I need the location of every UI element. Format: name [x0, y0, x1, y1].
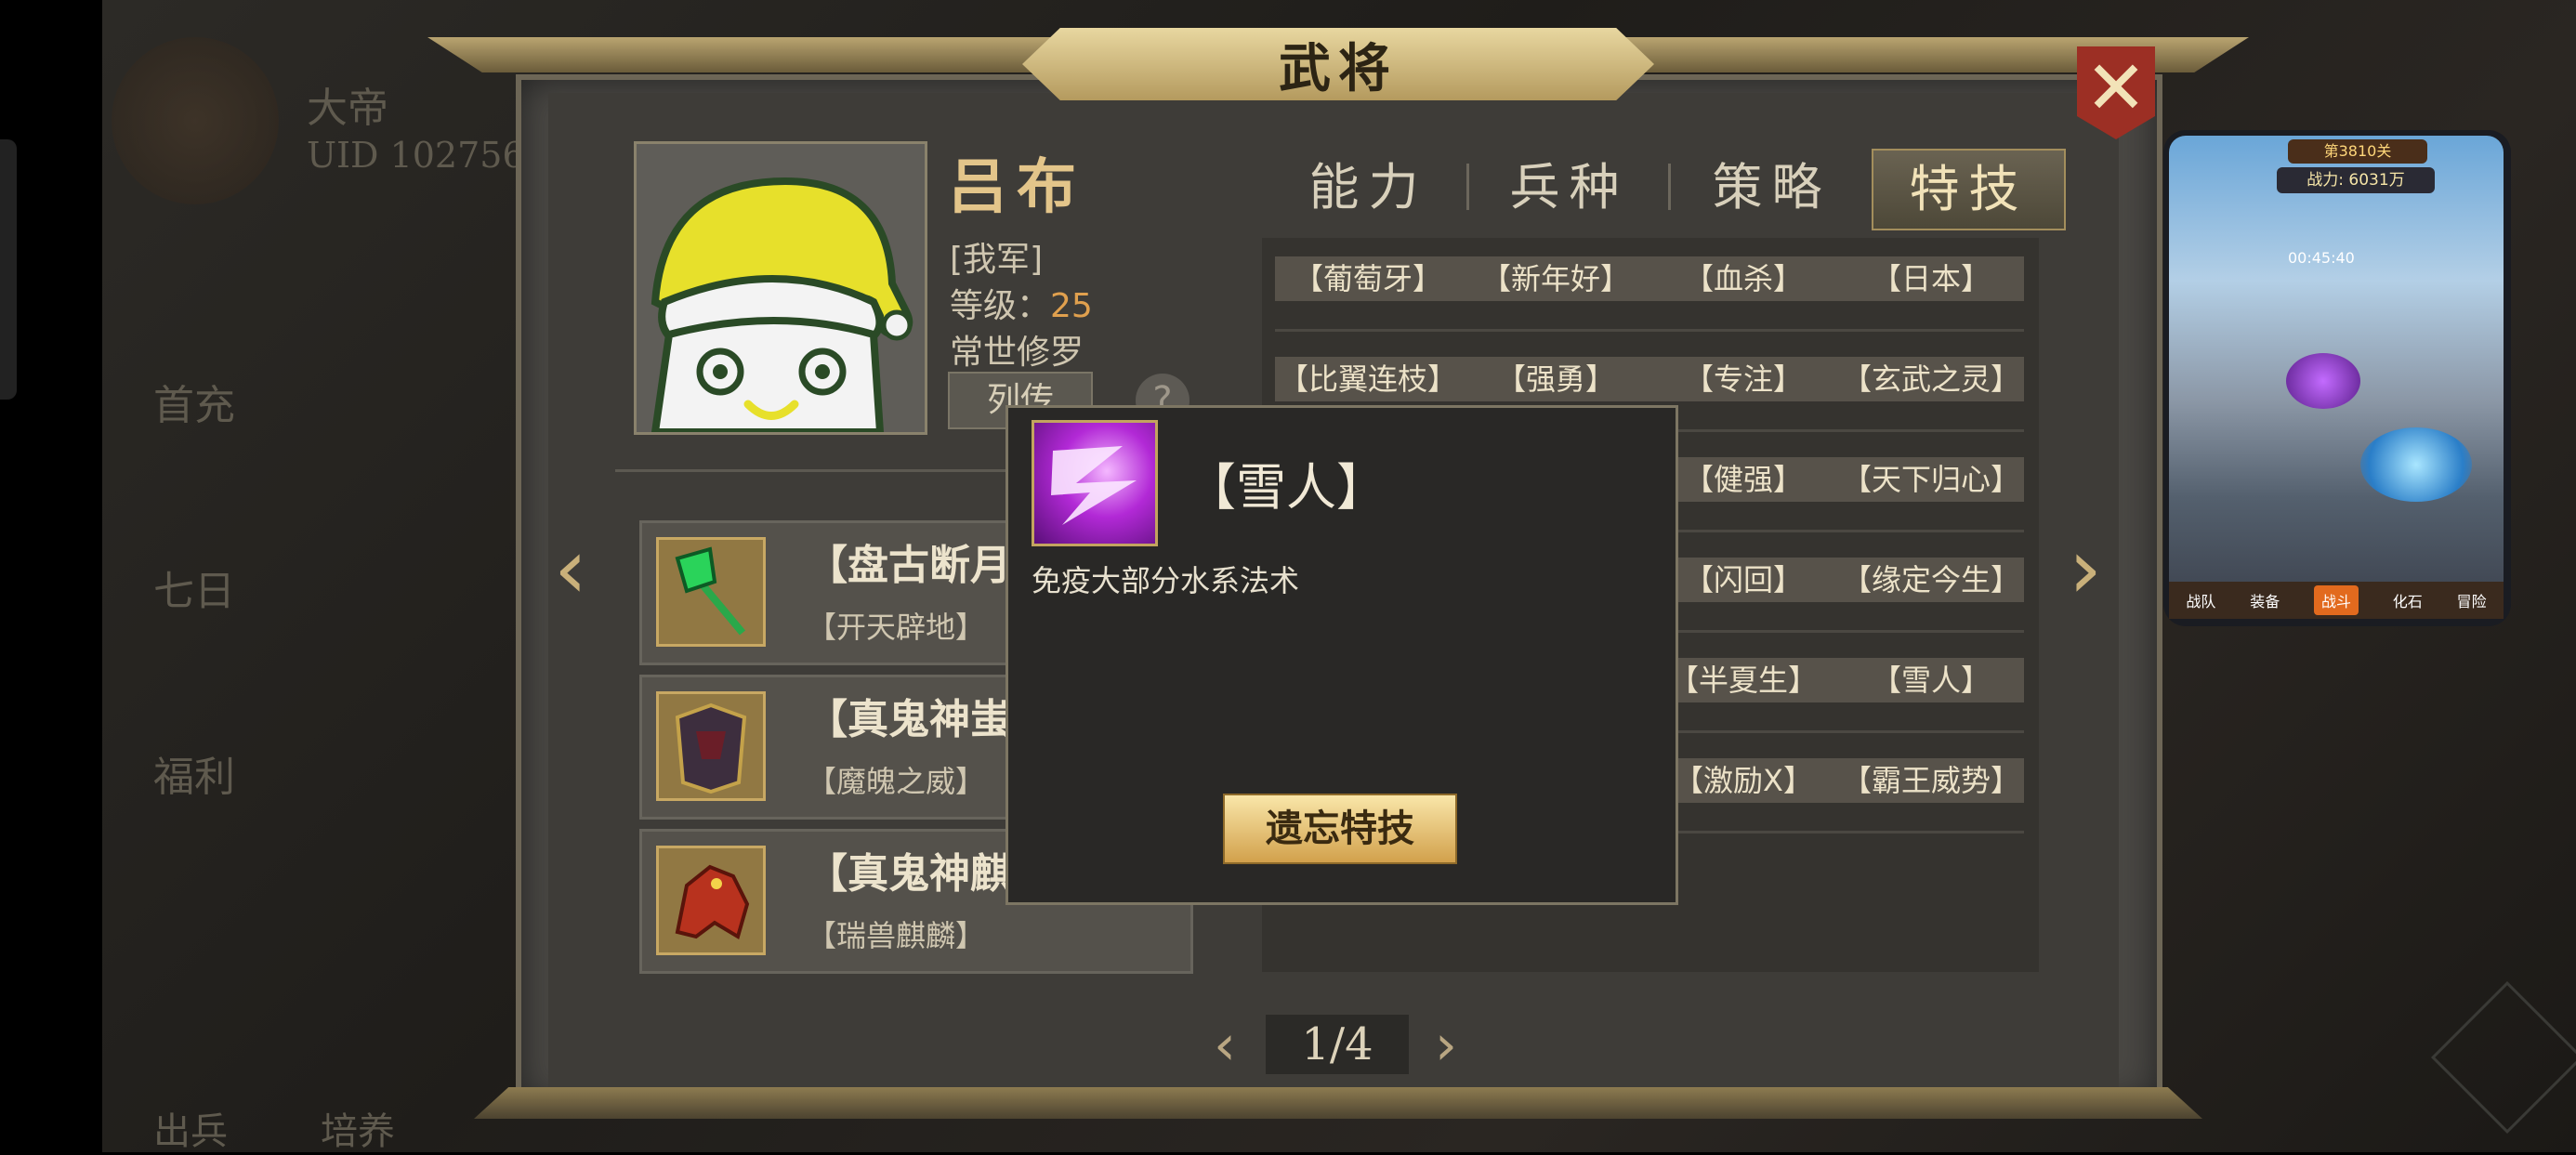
- skill-item[interactable]: 【健强】: [1650, 457, 1836, 502]
- general-level: 等级：25: [950, 279, 1093, 327]
- level-value: 25: [1050, 287, 1093, 325]
- skill-item[interactable]: 【新年好】: [1463, 256, 1649, 301]
- general-portrait: [634, 141, 927, 435]
- skill-item[interactable]: 【闪回】: [1650, 558, 1836, 602]
- popup-skill-description: 免疫大部分水系法术: [1032, 563, 1300, 598]
- skill-row-divider: [1275, 329, 2024, 332]
- mini-tab-team[interactable]: 战队: [2186, 589, 2215, 611]
- armor-icon: [656, 691, 766, 801]
- skill-item[interactable]: 【半夏生】: [1650, 658, 1836, 702]
- tab-troop-type[interactable]: 兵种: [1474, 149, 1664, 227]
- mini-effect-icon: [2360, 427, 2472, 502]
- equipment-name: 【真鬼神麒: [807, 850, 1011, 898]
- mini-tab-adventure[interactable]: 冒险: [2457, 589, 2487, 611]
- skill-item[interactable]: 【缘定今生】: [1838, 558, 2024, 602]
- tab-separator: [1668, 164, 1671, 210]
- skill-item[interactable]: 【天下归心】: [1838, 457, 2024, 502]
- page-prev-icon[interactable]: ‹: [1214, 1013, 1236, 1078]
- equipment-subname: 【开天辟地】: [807, 610, 986, 645]
- skill-item[interactable]: 【雪人】: [1838, 658, 2024, 702]
- general-faction: [我军]: [950, 241, 1044, 279]
- side-menu-first-charge[interactable]: 首充: [153, 372, 235, 431]
- skill-item[interactable]: 【强勇】: [1463, 357, 1649, 401]
- dialog-title-plate: 武将: [1022, 28, 1654, 100]
- dialog-title: 武将: [1279, 37, 1398, 99]
- close-icon: ✕: [2084, 45, 2148, 131]
- page-next-icon[interactable]: ›: [1435, 1013, 1457, 1078]
- tab-ability[interactable]: 能力: [1273, 149, 1464, 227]
- skill-item[interactable]: 【比翼连枝】: [1275, 357, 1461, 401]
- next-general-arrow-icon[interactable]: ›: [2069, 520, 2102, 618]
- skill-item[interactable]: 【专注】: [1650, 357, 1836, 401]
- skill-item[interactable]: 【日本】: [1838, 256, 2024, 301]
- player-name: 大帝: [307, 85, 388, 132]
- general-epithet: 常世修罗: [950, 334, 1084, 372]
- side-menu-welfare[interactable]: 福利: [153, 743, 235, 803]
- qilin-icon: [656, 846, 766, 955]
- tab-special-skill[interactable]: 特技: [1872, 149, 2066, 230]
- forget-skill-button[interactable]: 遗忘特技: [1223, 794, 1457, 864]
- side-menu-seven-day[interactable]: 七日: [153, 558, 235, 617]
- snowman-avatar-icon: [637, 144, 925, 432]
- mini-orb-icon: [2286, 353, 2360, 409]
- mini-stage-label: 第3810关: [2288, 139, 2427, 164]
- tab-separator: [1466, 164, 1469, 210]
- frame-bottom-bar: [474, 1087, 2202, 1119]
- skill-item[interactable]: 【血杀】: [1650, 256, 1836, 301]
- mini-bottom-bar: 战队 装备 战斗 化石 冒险: [2169, 582, 2504, 619]
- axe-icon: [656, 537, 766, 647]
- bottom-menu-train[interactable]: 培养: [321, 1101, 395, 1155]
- level-label: 等级：: [950, 287, 1051, 325]
- equipment-subname: 【瑞兽麒麟】: [807, 918, 986, 953]
- mini-tab-fossil[interactable]: 化石: [2393, 589, 2423, 611]
- popup-skill-title: 【雪人】: [1186, 458, 1387, 517]
- skill-item[interactable]: 【葡萄牙】: [1275, 256, 1461, 301]
- mini-tab-battle[interactable]: 战斗: [2313, 585, 2359, 615]
- equipment-subname: 【魔魄之威】: [807, 764, 986, 799]
- mini-timer: 00:45:40: [2288, 249, 2355, 267]
- mini-power-label: 战力: 6031万: [2277, 167, 2435, 193]
- page-indicator: 1/4: [1266, 1015, 1409, 1074]
- player-uid: UID 1027569: [307, 135, 547, 176]
- general-name: 吕布: [948, 152, 1085, 222]
- skill-item[interactable]: 【玄武之灵】: [1838, 357, 2024, 401]
- tab-strategy[interactable]: 策略: [1676, 149, 1867, 227]
- mini-tab-equip[interactable]: 装备: [2250, 589, 2280, 611]
- prev-general-arrow-icon[interactable]: ‹: [554, 520, 587, 618]
- player-avatar[interactable]: [112, 37, 279, 204]
- bottom-menu-dispatch[interactable]: 出兵: [153, 1101, 228, 1155]
- equipment-name: 【真鬼神蚩: [807, 696, 1011, 743]
- skill-item[interactable]: 【霸王威势】: [1838, 758, 2024, 803]
- skill-item[interactable]: 【激励X】: [1650, 758, 1836, 803]
- edge-handle: [0, 139, 17, 400]
- equipment-name: 【盘古断月: [807, 542, 1011, 589]
- skill-lightning-icon: [1032, 420, 1158, 546]
